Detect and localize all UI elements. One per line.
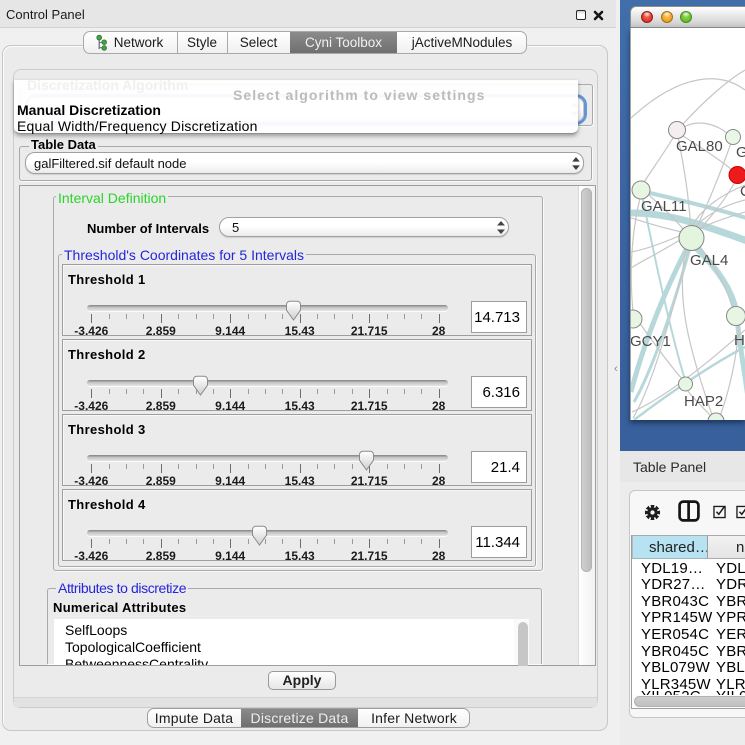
svg-text:GAL11: GAL11 [641,198,687,215]
svg-text:C: C [740,183,745,200]
svg-text:H: H [734,332,745,349]
svg-text:GCY1: GCY1 [631,333,671,350]
svg-text:HAP2: HAP2 [684,393,723,410]
svg-text:GAL4: GAL4 [690,252,728,269]
svg-text:GAL80: GAL80 [676,138,723,155]
svg-text:GA: GA [736,144,745,161]
